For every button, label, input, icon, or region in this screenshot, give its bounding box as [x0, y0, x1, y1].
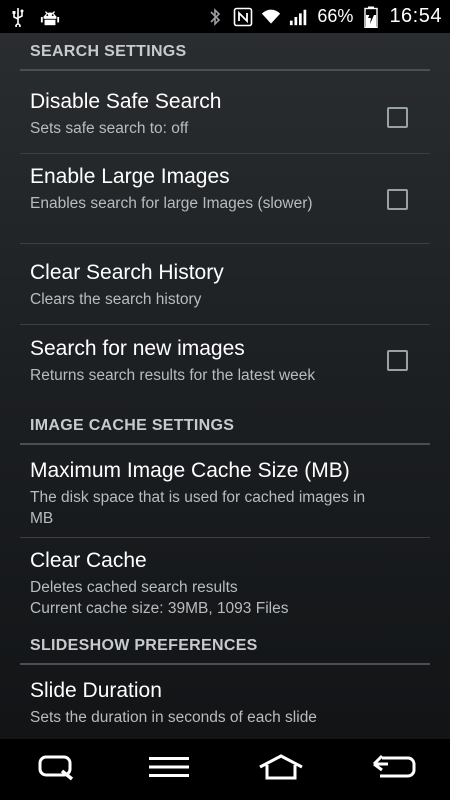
pref-summary: Clears the search history — [30, 291, 202, 308]
clock: 16:54 — [389, 5, 442, 27]
enable-large-images-checkbox[interactable] — [387, 189, 408, 210]
back-icon — [372, 753, 416, 786]
menu-button[interactable] — [139, 745, 199, 795]
pref-summary: Deletes cached search results — [30, 579, 238, 596]
android-debug-icon — [40, 7, 60, 27]
home-button[interactable] — [251, 745, 311, 795]
battery-percent: 66% — [317, 6, 354, 26]
pref-title: Search for new images — [30, 337, 245, 360]
pref-slide-duration[interactable]: Slide Duration Sets the duration in seco… — [20, 665, 430, 739]
home-icon — [257, 753, 305, 786]
pref-search-new-images[interactable]: Search for new images Returns search res… — [20, 325, 430, 407]
bluetooth-icon — [205, 7, 225, 27]
pref-summary: Sets safe search to: off — [30, 120, 189, 137]
pref-summary: The disk space that is used for cached i… — [30, 489, 366, 527]
pref-summary-cache-size: Current cache size: 39MB, 1093 Files — [30, 600, 289, 617]
pref-summary: Returns search results for the latest we… — [30, 367, 316, 384]
battery-charging-icon — [361, 6, 381, 28]
navigation-bar — [0, 739, 450, 800]
usb-icon — [8, 7, 28, 27]
signal-icon — [289, 7, 309, 27]
qslide-icon — [36, 753, 76, 786]
settings-list[interactable]: SEARCH SETTINGS Disable Safe Search Sets… — [0, 33, 450, 739]
menu-icon — [148, 755, 190, 784]
back-button[interactable] — [364, 745, 424, 795]
pref-title: Clear Cache — [30, 549, 147, 572]
section-title: SLIDESHOW PREFERENCES — [30, 637, 258, 654]
pref-clear-cache[interactable]: Clear Cache Deletes cached search result… — [20, 538, 430, 631]
nfc-icon — [233, 7, 253, 27]
pref-title: Slide Duration — [30, 679, 162, 702]
section-title: IMAGE CACHE SETTINGS — [30, 417, 235, 434]
pref-clear-search-history[interactable]: Clear Search History Clears the search h… — [20, 244, 430, 325]
pref-max-cache-size[interactable]: Maximum Image Cache Size (MB) The disk s… — [20, 445, 430, 538]
section-header-search: SEARCH SETTINGS — [20, 33, 430, 71]
pref-summary: Enables search for large Images (slower) — [30, 195, 313, 212]
pref-enable-large-images[interactable]: Enable Large Images Enables search for l… — [20, 154, 430, 244]
status-bar: 66% 16:54 — [0, 0, 450, 33]
pref-summary: Sets the duration in seconds of each sli… — [30, 709, 317, 726]
pref-title: Maximum Image Cache Size (MB) — [30, 459, 350, 482]
disable-safe-search-checkbox[interactable] — [387, 107, 408, 128]
section-title: SEARCH SETTINGS — [30, 43, 187, 60]
search-new-images-checkbox[interactable] — [387, 350, 408, 371]
wifi-icon — [261, 7, 281, 27]
qslide-button[interactable] — [26, 745, 86, 795]
pref-title: Clear Search History — [30, 261, 224, 284]
section-header-slideshow: SLIDESHOW PREFERENCES — [20, 627, 430, 665]
section-header-cache: IMAGE CACHE SETTINGS — [20, 407, 430, 445]
pref-disable-safe-search[interactable]: Disable Safe Search Sets safe search to:… — [20, 71, 430, 154]
pref-title: Enable Large Images — [30, 165, 230, 188]
pref-title: Disable Safe Search — [30, 90, 222, 113]
